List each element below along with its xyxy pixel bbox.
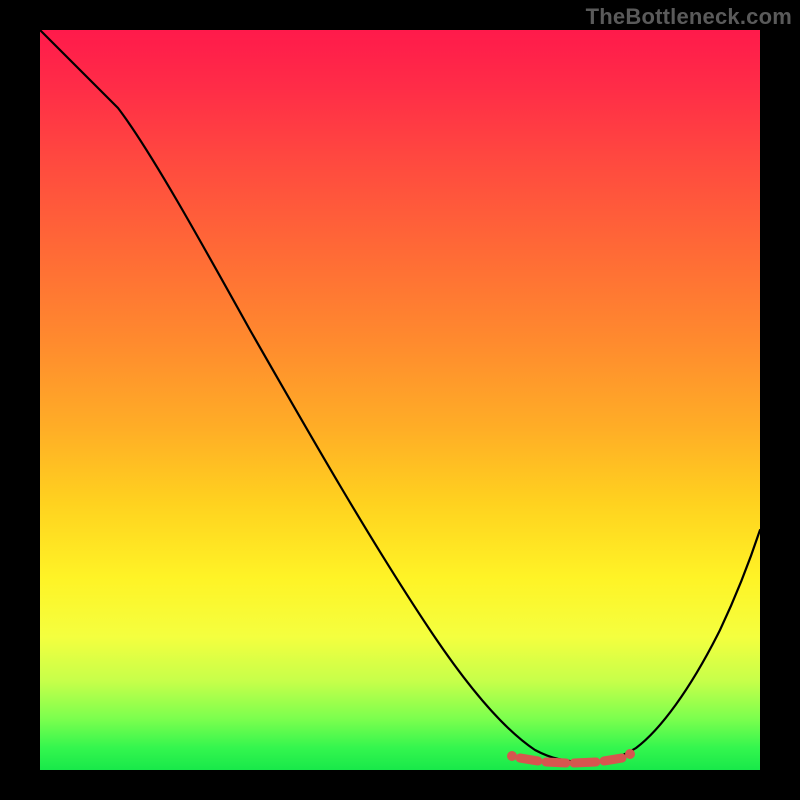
curve-svg (40, 30, 760, 770)
plot-area (40, 30, 760, 770)
chart-frame: TheBottleneck.com (0, 0, 800, 800)
bottleneck-curve (40, 30, 760, 762)
minimum-marker (507, 749, 635, 763)
watermark-text: TheBottleneck.com (586, 4, 792, 30)
